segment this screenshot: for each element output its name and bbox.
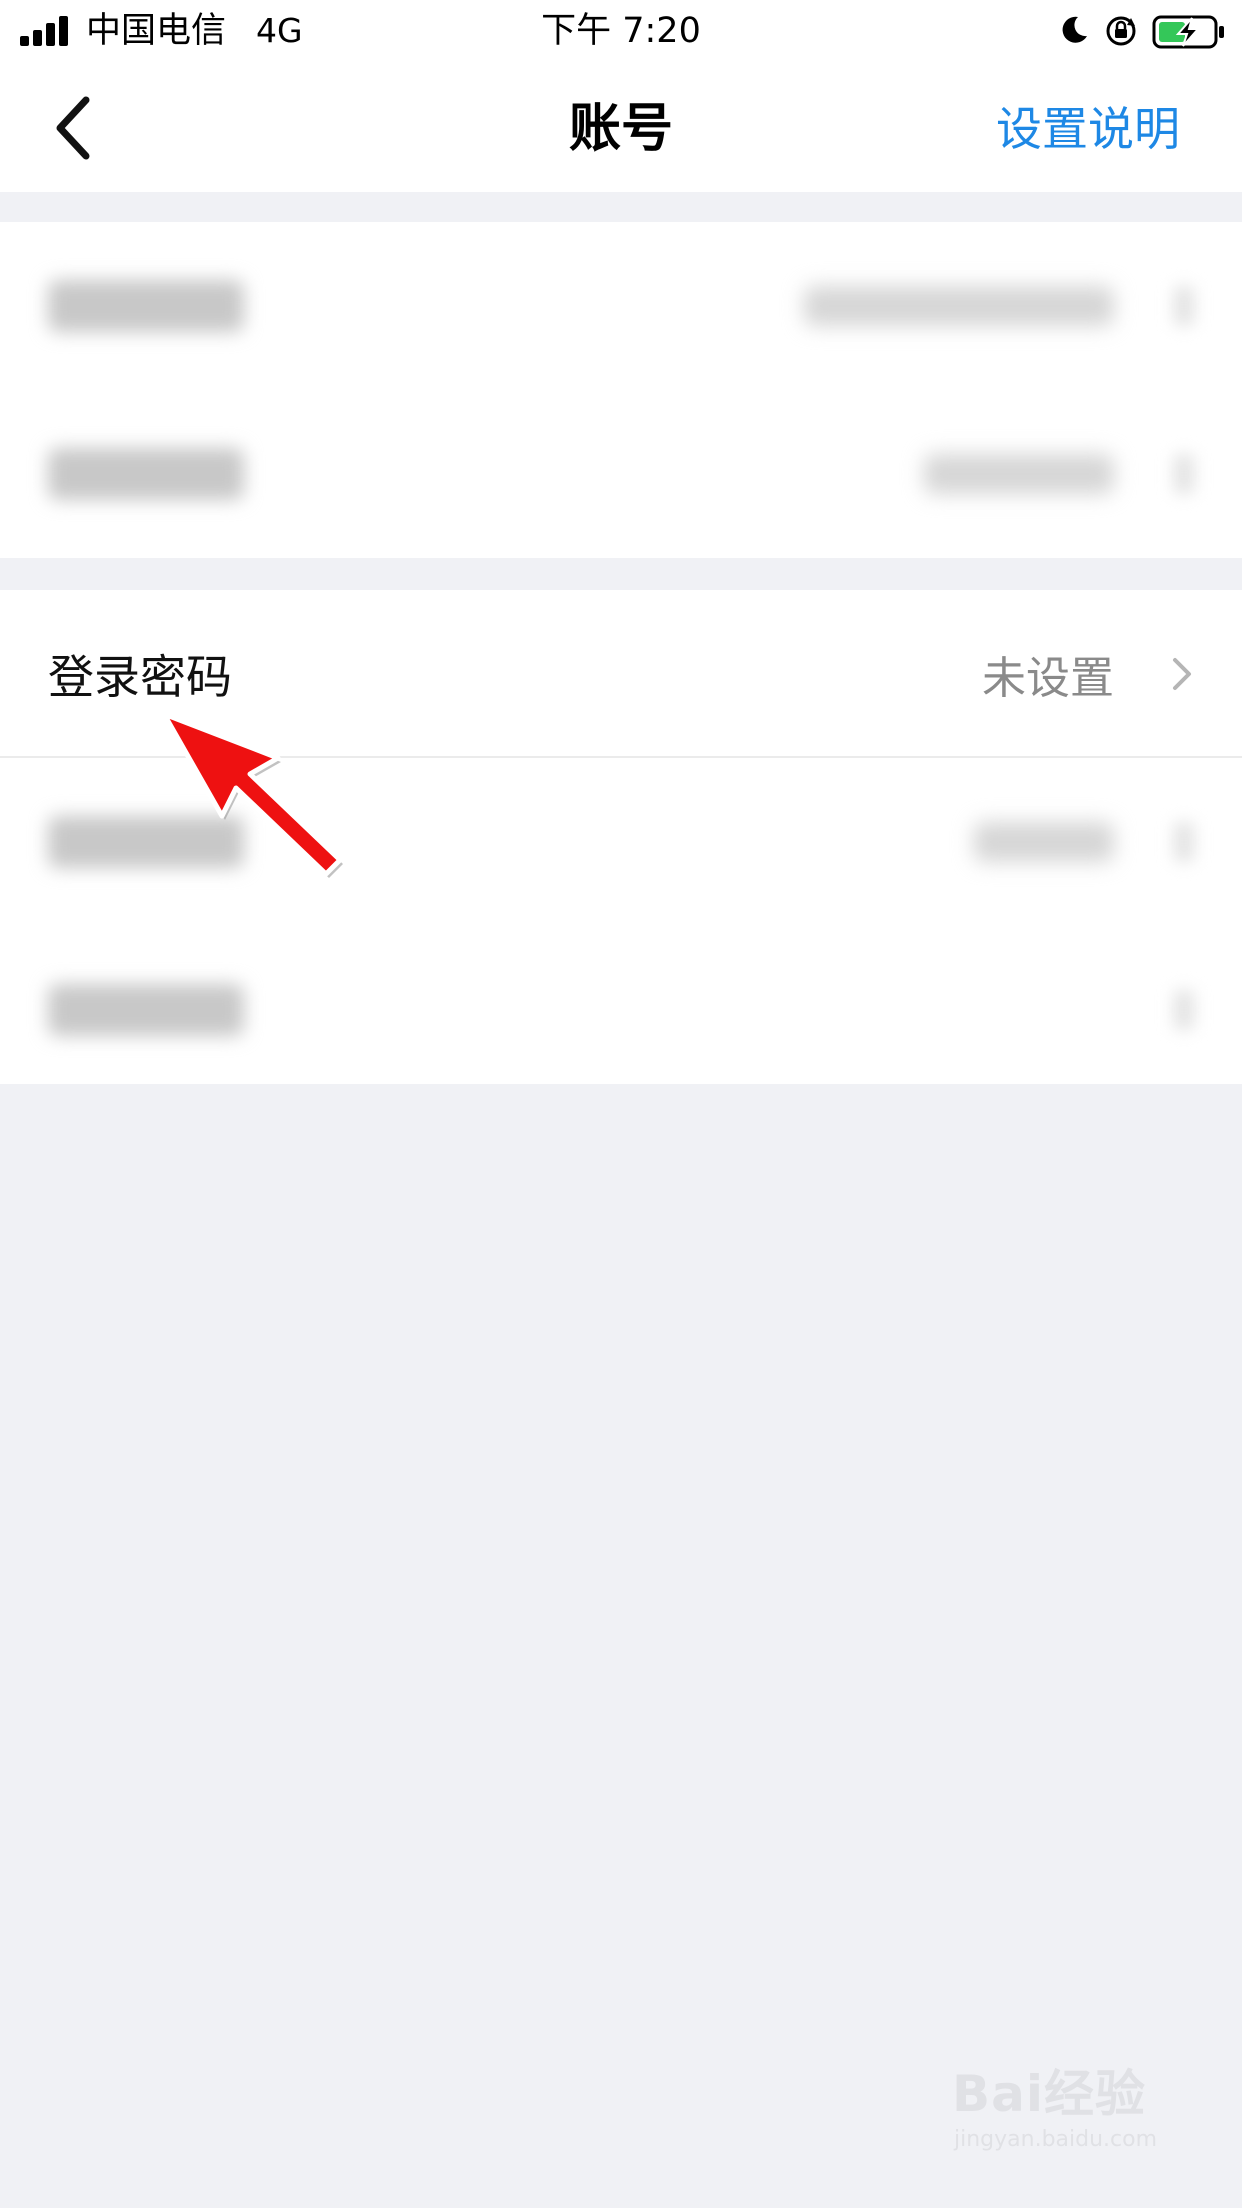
blurred-label — [48, 448, 244, 500]
blurred-value — [974, 822, 1114, 862]
chevron-right-icon — [1174, 822, 1194, 862]
list-item-blurred[interactable] — [0, 222, 1242, 390]
navigation-bar: 账号 设置说明 — [0, 64, 1242, 192]
chevron-right-icon — [1173, 658, 1191, 690]
chevron-right-icon — [1174, 990, 1194, 1030]
chevron-right-icon — [1174, 454, 1194, 494]
watermark-url: jingyan.baidu.com — [954, 2127, 1158, 2152]
chevron-right-icon — [1174, 286, 1194, 326]
baidu-jingyan-watermark: Bai经验 jingyan.baidu.com — [952, 2064, 1182, 2164]
watermark-brand: Bai经验 — [952, 2065, 1146, 2123]
blurred-value — [924, 454, 1114, 494]
blurred-value — [804, 286, 1114, 326]
blurred-label — [48, 984, 244, 1036]
status-time: 下午 7:20 — [541, 11, 701, 51]
orientation-lock-icon — [1106, 16, 1136, 46]
battery-charging-icon — [1152, 15, 1224, 49]
account-info-section — [0, 222, 1242, 558]
login-password-label: 登录密码 — [48, 650, 232, 704]
settings-help-link[interactable]: 设置说明 — [996, 98, 1180, 160]
login-password-status: 未设置 — [982, 653, 1114, 704]
list-item-blurred[interactable] — [0, 390, 1242, 558]
list-item-blurred[interactable] — [0, 926, 1242, 1094]
status-bar: 中国电信 4G 下午 7:20 — [0, 0, 1242, 64]
account-settings-page: 中国电信 4G 下午 7:20 账号 设置说明 登录密码 未设置 Bai经验 j… — [0, 0, 1242, 2208]
do-not-disturb-moon-icon — [1062, 16, 1087, 43]
blurred-label — [48, 280, 244, 332]
red-arrow-icon — [161, 711, 343, 878]
